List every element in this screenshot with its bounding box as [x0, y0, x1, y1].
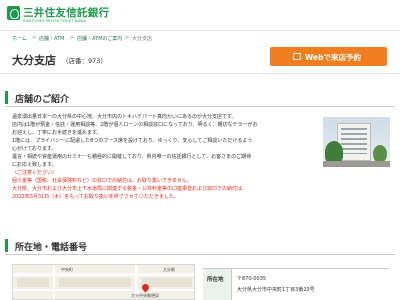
section-heading-text: 店舗のご紹介 — [15, 95, 70, 105]
site-header: 三井住友信託銀行 SUMITOMO MITSUI TRUST BANK — [0, 0, 400, 30]
web-reservation-button[interactable]: Webで来店予約 — [270, 47, 387, 66]
heading-accent-bar — [5, 91, 8, 104]
map-label: 大分中央郵便局 — [131, 293, 159, 298]
notice-line: （ご注意ください） — [12, 170, 58, 176]
bank-logo-text[interactable]: 三井住友信託銀行 — [23, 5, 109, 20]
breadcrumb-stores-guide-link[interactable]: 店舗・ATMのご案内 — [77, 35, 122, 42]
breadcrumb-current: 大分支店 — [132, 36, 153, 42]
web-reservation-label: Webで来店予約 — [305, 53, 361, 62]
breadcrumb-stores-link[interactable]: 店舗・ATM — [39, 35, 64, 42]
intro-line: お迎えし、丁寧にお手続きを進めます。 — [12, 130, 102, 136]
intro-text: 温泉湧出量日本一の大分県の中心地、大分市内のトキハデパート真向かいにあるのが大分… — [12, 113, 314, 201]
intro-line: 心がけております。 — [12, 146, 57, 152]
intro-line: 店内は1階が預金・信託・運用相談等、2階が個人ローンの相談窓口になっており、明る… — [12, 122, 258, 128]
notice-line: 2022年3月31日（木）をもってお取り扱いを終了させていただきました。 — [12, 194, 179, 200]
breadcrumb-separator: > — [125, 35, 130, 41]
branch-map[interactable]: 中央町 大分中央郵便局 大分駅 — [12, 264, 195, 300]
address-label: 所在地 — [207, 277, 224, 283]
map-label: 中央町 — [61, 267, 73, 272]
intro-line: 温泉湧出量日本一の大分県の中心地、大分市内のトキハデパート真向かいにあるのが大分… — [12, 114, 237, 120]
intro-line: にお応え致します。 — [12, 162, 57, 168]
section-heading-text: 所在地・電話番号 — [15, 243, 88, 253]
page-title: 大分支店 — [12, 54, 56, 67]
breadcrumb: ホーム > 店舗・ATM > 店舗・ATMのご案内 > 大分支店 — [0, 30, 400, 44]
bank-logo-icon[interactable] — [7, 6, 20, 20]
branch-code: （店番：973） — [62, 57, 107, 65]
divider — [0, 73, 400, 74]
breadcrumb-separator: > — [32, 35, 37, 41]
calendar-icon — [293, 53, 301, 60]
map-label: 大分駅 — [163, 267, 175, 272]
notice-line: 大分県、大分市および大分市上下水道局に関連する税金・公共料金等の口座振替および窓… — [12, 186, 248, 192]
section-heading-intro: 店舗のご紹介 — [5, 89, 395, 107]
street-address: 大分県大分市中央町1丁目3番23号 — [237, 287, 315, 293]
heading-accent-bar — [5, 239, 8, 252]
bank-logo-subtext: SUMITOMO MITSUI TRUST BANK — [23, 19, 86, 23]
address-table: 所在地 〒870-0035 大分県大分市中央町1丁目3番23号 — [203, 268, 389, 300]
intro-line: 1階には、プライバシーに配慮した8つのブース席を設けており、ゆっくり、安心してご… — [12, 138, 253, 144]
address-header: 所在地 — [203, 269, 232, 300]
section-heading-access: 所在地・電話番号 — [5, 237, 395, 255]
notice-line: 個人金等（国税、社会保険料など）の窓口での納付は、お取り扱いできません。 — [12, 178, 192, 184]
breadcrumb-separator: > — [70, 35, 75, 41]
postal-code: 〒870-0035 — [237, 276, 267, 282]
intro-line: 遺言・相続や資産運用のセミナーも積極的に開催しており、県内唯一の信託銀行として、… — [12, 154, 252, 160]
breadcrumb-home-link[interactable]: ホーム — [12, 35, 27, 42]
branch-building-photo — [323, 117, 390, 167]
